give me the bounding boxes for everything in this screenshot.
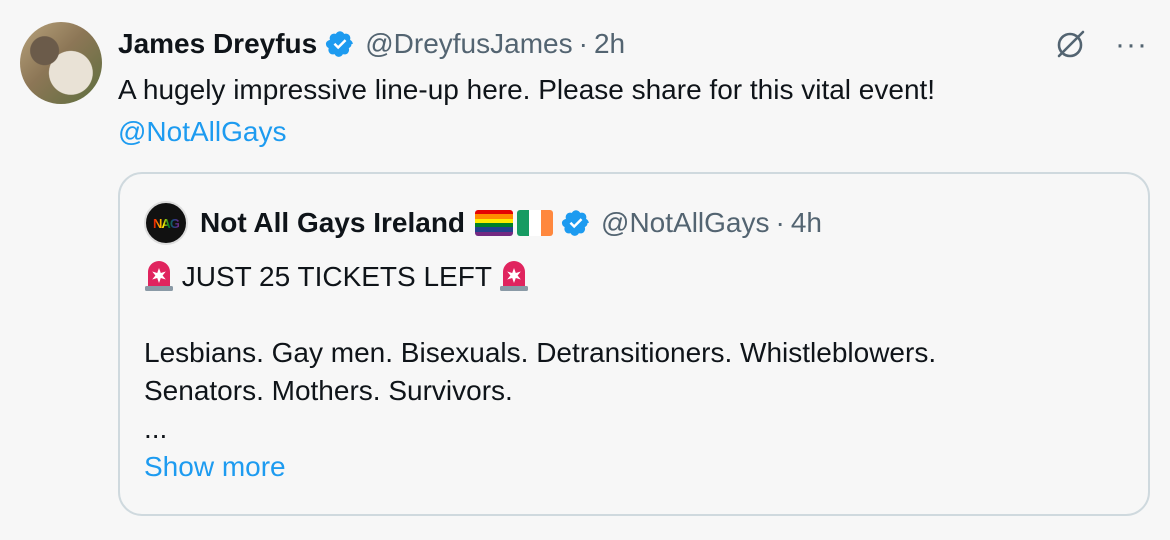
tweet-text: A hugely impressive line-up here. Please… <box>118 74 936 105</box>
author-handle[interactable]: @DreyfusJames <box>365 28 572 60</box>
siren-icon <box>500 261 529 291</box>
grok-icon[interactable] <box>1053 28 1087 62</box>
ellipsis: ... <box>144 413 168 444</box>
siren-icon <box>145 261 173 291</box>
quoted-tweet-card[interactable]: NAG Not All Gays Ireland @NotAllGays · 4… <box>118 172 1150 516</box>
mention-link[interactable]: @NotAllGays <box>118 114 1118 150</box>
verified-badge-icon <box>561 210 589 236</box>
tweet-body: A hugely impressive line-up here. Please… <box>118 72 1118 150</box>
avatar[interactable] <box>20 22 102 104</box>
quoted-tweet-header: NAG Not All Gays Ireland @NotAllGays · 4… <box>144 200 822 246</box>
rainbow-flag-icon <box>475 210 514 236</box>
tweet-actions: ··· <box>1053 28 1148 62</box>
more-options-icon[interactable]: ··· <box>1115 30 1148 60</box>
timestamp[interactable]: 2h <box>594 28 625 60</box>
headline-line: JUST 25 TICKETS LEFT <box>144 258 1124 296</box>
quoted-avatar[interactable]: NAG <box>144 201 188 245</box>
quoted-text-line-1: Lesbians. Gay men. Bisexuals. Detransiti… <box>144 337 937 368</box>
ireland-flag-icon <box>517 210 554 236</box>
author-name[interactable]: James Dreyfus <box>118 28 317 60</box>
quoted-timestamp[interactable]: 4h <box>791 207 822 239</box>
show-more-link[interactable]: Show more <box>144 448 1124 486</box>
quoted-author-name[interactable]: Not All Gays Ireland <box>200 207 465 239</box>
quoted-avatar-logo: NAG <box>153 215 180 231</box>
quoted-tweet-body: JUST 25 TICKETS LEFT Lesbians. Gay men. … <box>144 258 1124 486</box>
quoted-author-handle[interactable]: @NotAllGays <box>601 207 769 239</box>
tweet-header: James Dreyfus @DreyfusJames · 2h <box>118 24 625 64</box>
verified-badge-icon <box>326 31 354 57</box>
separator-dot: · <box>775 207 785 238</box>
headline-text: JUST 25 TICKETS LEFT <box>181 261 492 292</box>
quoted-text-line-2: Senators. Mothers. Survivors. <box>144 375 513 406</box>
separator-dot: · <box>578 28 588 59</box>
